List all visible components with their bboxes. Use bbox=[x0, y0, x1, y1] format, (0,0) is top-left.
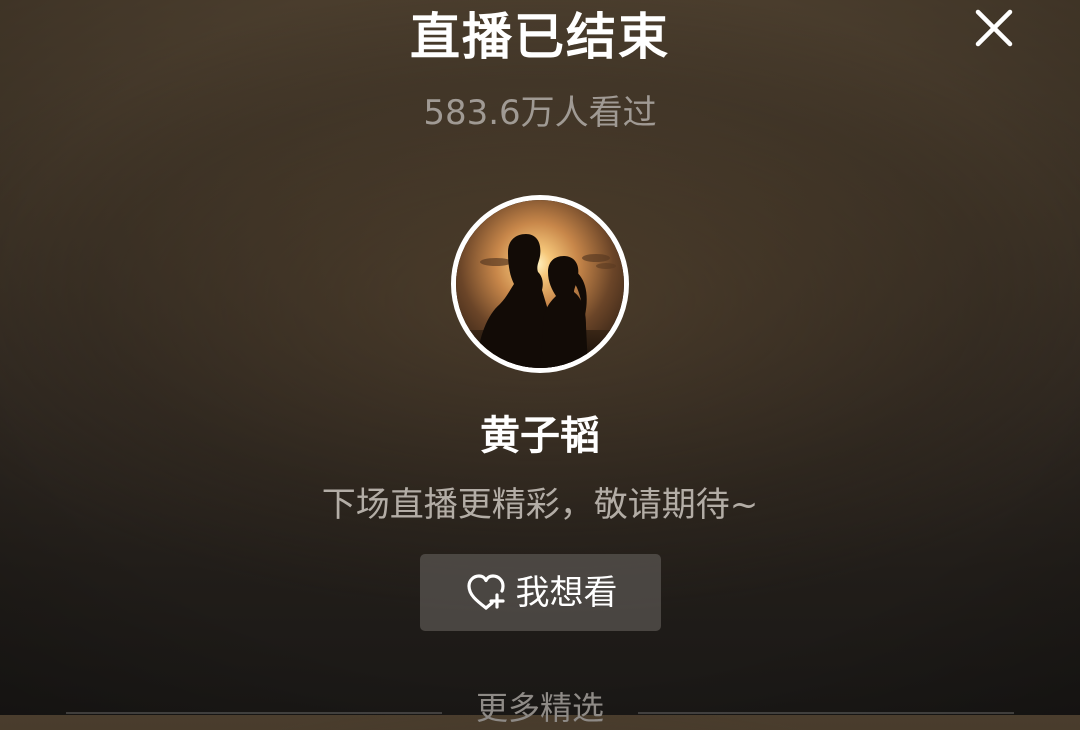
more-featured-section: 更多精选 bbox=[0, 686, 1080, 727]
host-name[interactable]: 黄子韬 bbox=[0, 406, 1080, 466]
heart-plus-icon bbox=[466, 573, 505, 610]
want-to-watch-button[interactable]: 我想看 bbox=[420, 554, 661, 631]
divider-right bbox=[638, 712, 1014, 714]
host-avatar[interactable] bbox=[451, 195, 629, 373]
next-live-message: 下场直播更精彩，敬请期待~ bbox=[321, 485, 759, 525]
page-title: 直播已结束 bbox=[410, 8, 670, 66]
want-to-watch-label: 我想看 bbox=[515, 572, 618, 613]
viewer-count: 583.6万人看过 bbox=[423, 93, 657, 133]
more-featured-label: 更多精选 bbox=[475, 689, 604, 727]
avatar-image bbox=[456, 200, 624, 368]
